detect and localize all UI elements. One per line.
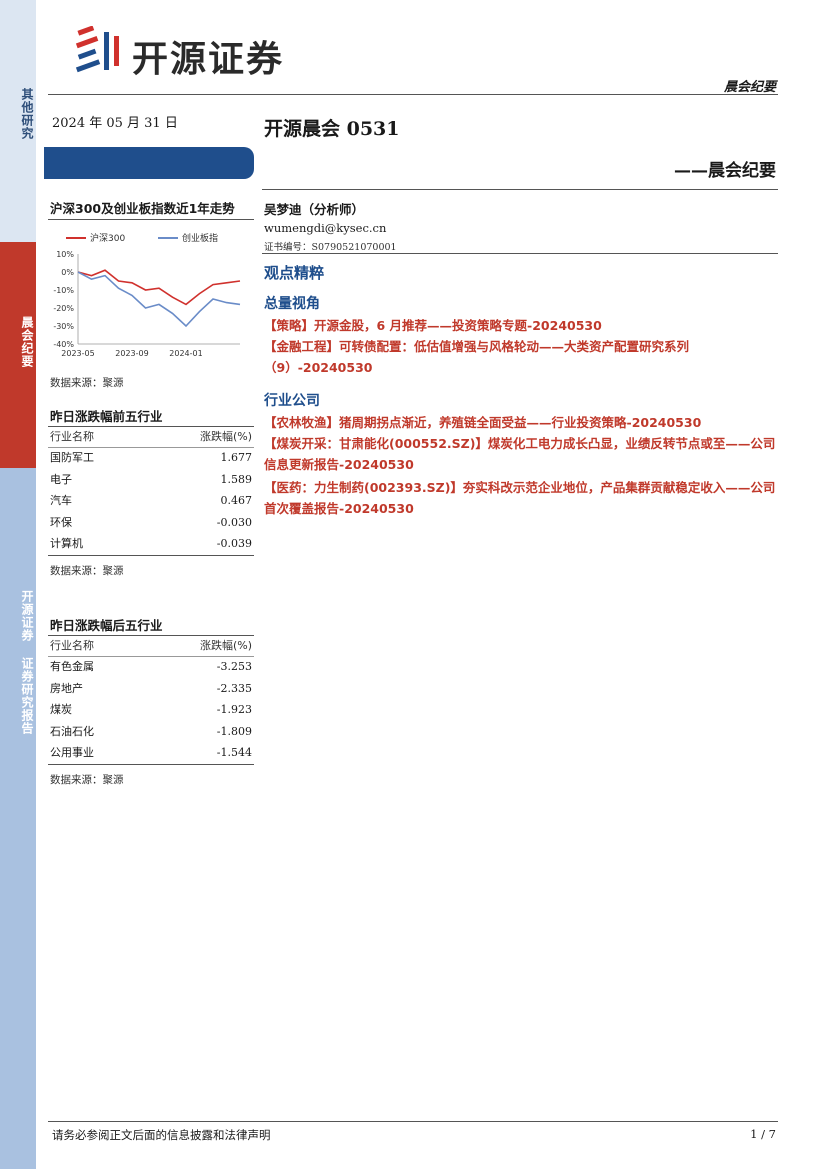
report-link[interactable]: 【煤炭开采：甘肃能化(000552.SZ)】煤炭化工电力成长凸显，业绩反转节点或… <box>264 433 780 475</box>
change-value: -3.253 <box>216 660 252 674</box>
chart-source: 数据来源：聚源 <box>50 377 124 389</box>
col-value-header: 涨跌幅(%) <box>199 639 252 652</box>
bottom5-rule-bottom <box>48 764 254 765</box>
top5-title: 昨日涨跌幅前五行业 <box>50 409 163 424</box>
y-tick-label: -40% <box>53 340 74 349</box>
company-name: 开源证券 <box>132 39 285 80</box>
industry-name: 房地产 <box>50 681 83 695</box>
change-value: -1.809 <box>216 724 252 738</box>
table-row: 计算机 -0.039 <box>50 533 252 554</box>
table-header: 行业名称 涨跌幅(%) <box>50 635 252 656</box>
bottom5-title: 昨日涨跌幅后五行业 <box>50 618 163 633</box>
chart-panel-title: 沪深300及创业板指数近1年走势 <box>50 201 235 216</box>
footer-disclaimer: 请务必参阅正文后面的信息披露和法律声明 <box>52 1128 271 1142</box>
header-tag: 晨会纪要 <box>723 80 776 95</box>
change-value: -1.544 <box>216 745 252 759</box>
series-line-1 <box>77 271 241 328</box>
table-row: 汽车 0.467 <box>50 490 252 511</box>
industry-name: 有色金属 <box>50 660 94 674</box>
top5-rule-head <box>48 447 254 448</box>
strip-top-label: 其他研究 <box>20 88 34 140</box>
col-value-header: 涨跌幅(%) <box>199 430 252 443</box>
analyst-name: 吴梦迪（分析师） <box>264 202 365 217</box>
y-tick-label: -20% <box>53 304 74 313</box>
bottom5-source: 数据来源：聚源 <box>50 774 124 786</box>
index-chart-svg: 10% 0% -10% -20% -30% -40%2023-05 2023-09 2024-… <box>53 232 241 358</box>
table-row: 石油石化 -1.809 <box>50 721 252 742</box>
industry-name: 国防军工 <box>50 451 94 465</box>
highlights-heading: 观点精粹 <box>264 264 325 282</box>
col-name-header: 行业名称 <box>50 430 94 443</box>
report-link[interactable]: 【农林牧渔】猪周期拐点渐近，养殖链全面受益——行业投资策略-20240530 <box>264 412 780 433</box>
industry-heading: 行业公司 <box>264 393 320 409</box>
col-name-header: 行业名称 <box>50 639 94 652</box>
blue-banner <box>44 147 254 179</box>
y-tick-label: -30% <box>53 322 74 331</box>
table-row: 国防军工 1.677 <box>50 447 252 468</box>
top5-rule-bottom <box>48 555 254 556</box>
x-tick-label: 2023-09 <box>115 349 148 358</box>
footer-rule <box>48 1121 778 1122</box>
legend-label: 创业板指 <box>182 232 218 244</box>
report-link[interactable]: 【策略】开源金股，6 月推荐——投资策略专题-20240530 <box>264 315 780 336</box>
change-value: 1.589 <box>220 472 253 486</box>
legend-label: 沪深300 <box>90 232 125 244</box>
x-tick-label: 2024-01 <box>169 349 202 358</box>
table-row: 电子 1.589 <box>50 469 252 490</box>
table-row: 公用事业 -1.544 <box>50 742 252 763</box>
industry-name: 电子 <box>50 472 72 486</box>
report-date: 2024 年 05 月 31 日 <box>52 116 178 131</box>
table-row: 煤炭 -1.923 <box>50 699 252 720</box>
x-tick-label: 2023-05 <box>61 349 94 358</box>
industry-name: 计算机 <box>50 536 83 550</box>
header-rule <box>48 94 778 95</box>
logo-mark-icon <box>75 25 119 73</box>
table-header: 行业名称 涨跌幅(%) <box>50 426 252 447</box>
table-row: 房地产 -2.335 <box>50 678 252 699</box>
strip-bottom-label: 开源证券 证券研究报告 <box>20 590 34 735</box>
change-value: 1.677 <box>220 451 253 465</box>
strip-bottom <box>0 468 36 1169</box>
table-row: 环保 -0.030 <box>50 512 252 533</box>
bottom5-rule-head <box>48 656 254 657</box>
macro-heading: 总量视角 <box>264 296 320 312</box>
top5-table: 行业名称 涨跌幅(%) 国防军工 1.677 电子 1.589 汽车 0.467 环保… <box>50 426 252 554</box>
change-value: -1.923 <box>216 703 252 717</box>
title-rule <box>262 189 778 190</box>
analyst-email: wumengdi@kysec.cn <box>264 221 387 235</box>
change-value: -0.030 <box>216 515 252 529</box>
index-chart: 10% 0% -10% -20% -30% -40% 2023-05 2023-09 2024-… <box>44 228 256 368</box>
table-row: 有色金属 -3.253 <box>50 656 252 677</box>
y-tick-label: 0% <box>61 268 74 277</box>
bottom5-table: 行业名称 涨跌幅(%) 有色金属 -3.253 房地产 -2.335 煤炭 -1.92… <box>50 635 252 763</box>
company-logo: 开源证券 <box>74 25 324 80</box>
industry-name: 煤炭 <box>50 703 72 717</box>
report-link[interactable]: 【医药：力生制药(002393.SZ)】夯实科改示范企业地位，产品集群贡献稳定收… <box>264 477 780 519</box>
industry-name: 石油石化 <box>50 724 94 738</box>
analyst-cert: 证书编号：S0790521070001 <box>264 242 397 253</box>
industry-name: 公用事业 <box>50 745 94 759</box>
chart-panel-rule <box>48 219 254 220</box>
page-subtitle: ——晨会纪要 <box>674 161 776 181</box>
page-number: 1 / 7 <box>750 1127 776 1141</box>
y-tick-label: -10% <box>53 286 74 295</box>
y-tick-label: 10% <box>56 250 74 259</box>
page-title: 开源晨会 0531 <box>264 118 400 140</box>
change-value: -0.039 <box>216 536 252 550</box>
change-value: -2.335 <box>216 681 252 695</box>
report-link[interactable]: 【金融工程】可转债配置：低估值增强与风格轮动——大类资产配置研究系列（9）-20… <box>264 336 780 378</box>
change-value: 0.467 <box>220 494 253 508</box>
side-strip: 其他研究 晨会纪要 开源证券 证券研究报告 <box>0 0 36 1169</box>
industry-name: 环保 <box>50 515 72 529</box>
analyst-rule <box>262 253 778 254</box>
industry-name: 汽车 <box>50 494 72 508</box>
strip-mid-label: 晨会纪要 <box>20 316 34 368</box>
top5-source: 数据来源：聚源 <box>50 565 124 577</box>
